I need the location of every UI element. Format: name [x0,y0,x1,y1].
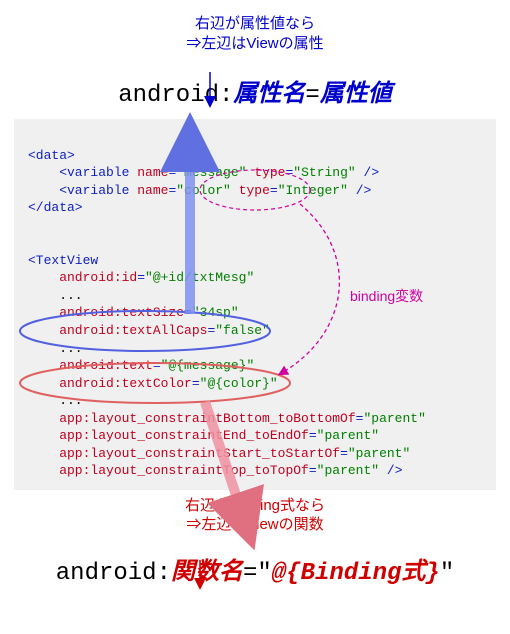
top-annotation-line1: 右辺が属性値なら [0,14,510,34]
code-text: <variable [28,165,137,180]
code-text: android:text [28,358,153,373]
top-syntax-eq: = [305,82,319,109]
code-text: "color" [176,183,231,198]
code-text: android:id [28,270,137,285]
code-text: = [184,305,192,320]
bottom-syntax-prefix: android: [56,560,171,587]
code-text: "false" [215,323,270,338]
code-text: = [309,463,317,478]
bottom-syntax-eqopen: =" [243,560,272,587]
code-text: "parent" [317,463,379,478]
bottom-syntax-line: android:関数名="@{Binding式}" [0,551,510,587]
top-syntax-attrvalue: 属性値 [320,82,392,109]
code-text: = [340,446,348,461]
bottom-annotation-line2: ⇒左辺はViewの関数 [0,515,510,535]
code-text: "@{message}" [161,358,255,373]
code-block: <data> <variable name="message" type="St… [14,119,496,490]
code-text: android:textAllCaps [28,323,207,338]
code-text: app:layout_constraintStart_toStartOf [28,446,340,461]
top-syntax-attrname: 属性名 [233,82,305,109]
code-text: ... [28,288,83,303]
top-annotation-line2: ⇒左辺はViewの属性 [0,34,510,54]
code-text: = [192,376,200,391]
code-text: name [137,165,168,180]
code-text: = [309,428,317,443]
code-text: "parent" [317,428,379,443]
code-text: /> [356,165,379,180]
code-text: = [137,270,145,285]
bottom-syntax-funcname: 関数名 [171,560,243,587]
code-text: ... [28,393,83,408]
code-text: ... [28,341,83,356]
code-text: android:textColor [28,376,192,391]
code-text: = [153,358,161,373]
code-text: "parent" [348,446,410,461]
code-text: </data> [28,200,83,215]
code-text: "@{color}" [200,376,278,391]
code-text: <TextView [28,253,98,268]
code-text: type [231,183,270,198]
bottom-syntax-close: " [440,560,454,587]
code-text: <data> [28,148,75,163]
top-syntax-line: android:属性名=属性値 [0,73,510,109]
code-text: /> [348,183,371,198]
code-text: android:textSize [28,305,184,320]
code-text: <variable [28,183,137,198]
bottom-annotation-line1: 右辺がBinding式なら [0,496,510,516]
code-text: "String" [293,165,355,180]
bottom-syntax-binding: @{Binding式} [272,560,440,587]
code-text: "@+id/txtMesg" [145,270,254,285]
code-text: "message" [176,165,246,180]
code-text: app:layout_constraintEnd_toEndOf [28,428,309,443]
code-text: app:layout_constraintTop_toTopOf [28,463,309,478]
code-text: "parent" [363,411,425,426]
code-text: "Integer" [278,183,348,198]
code-text: app:layout_constraintBottom_toBottomOf [28,411,356,426]
top-syntax-prefix: android: [118,82,233,109]
code-text: type [246,165,285,180]
code-text: /> [379,463,402,478]
code-text: "34sp" [192,305,239,320]
code-text: = [270,183,278,198]
code-text: name [137,183,168,198]
